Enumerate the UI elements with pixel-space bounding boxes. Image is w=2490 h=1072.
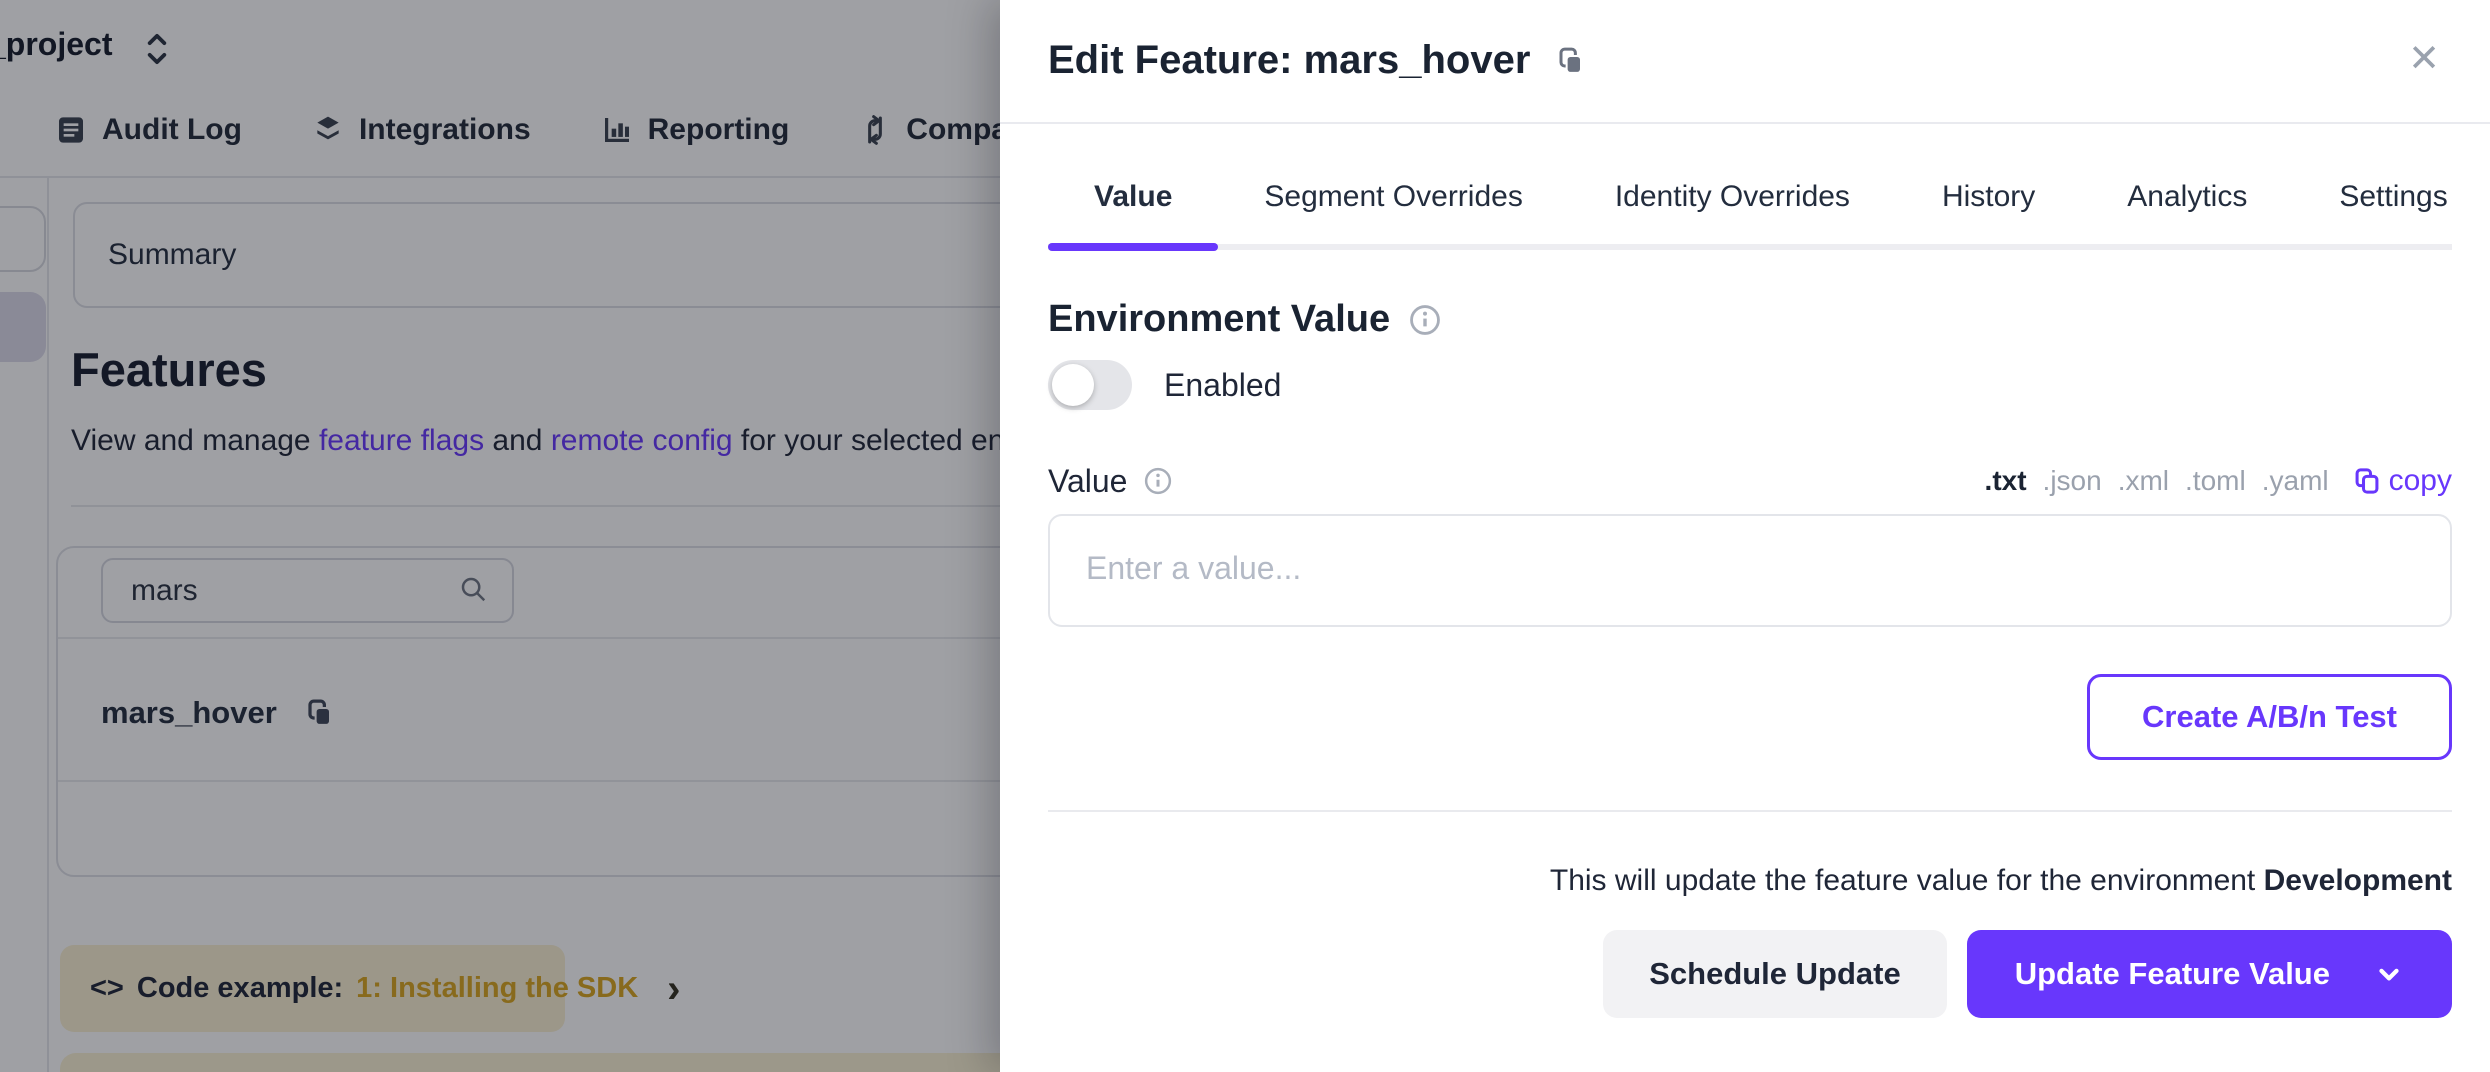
copy-label: copy: [2389, 464, 2452, 498]
tab-analytics[interactable]: Analytics: [2081, 180, 2293, 244]
footer-divider: [1048, 810, 2452, 812]
update-button-label: Update Feature Value: [2015, 956, 2330, 992]
format-toml[interactable]: .toml: [2185, 465, 2246, 497]
copy-icon: [2353, 467, 2381, 495]
environment-value-heading: Environment Value: [1048, 298, 1390, 341]
chevron-down-icon: [2374, 959, 2404, 989]
footer-note-text: This will update the feature value for t…: [1550, 864, 2264, 897]
close-icon[interactable]: ✕: [2398, 32, 2450, 84]
info-icon[interactable]: [1408, 303, 1442, 337]
footer-note: This will update the feature value for t…: [1550, 864, 2452, 898]
panel-title: Edit Feature: mars_hover: [1048, 38, 1530, 83]
schedule-update-button[interactable]: Schedule Update: [1603, 930, 1947, 1018]
enabled-toggle-row: Enabled: [1048, 360, 1281, 410]
environment-name: Development: [2264, 864, 2452, 897]
copy-icon[interactable]: [1556, 46, 1586, 76]
value-format-switcher: .txt .json .xml .toml .yaml copy: [1985, 464, 2452, 498]
edit-feature-panel: Edit Feature: mars_hover ✕ Value Segment…: [1000, 0, 2490, 1072]
enabled-toggle[interactable]: [1048, 360, 1132, 410]
format-xml[interactable]: .xml: [2118, 465, 2169, 497]
panel-header: Edit Feature: mars_hover: [1048, 38, 1586, 83]
header-divider: [1000, 122, 2490, 124]
update-feature-value-button[interactable]: Update Feature Value: [1967, 930, 2452, 1018]
footer-actions: Schedule Update Update Feature Value: [1603, 930, 2452, 1018]
format-json[interactable]: .json: [2043, 465, 2102, 497]
copy-value-button[interactable]: copy: [2353, 464, 2452, 498]
create-ab-test-button[interactable]: Create A/B/n Test: [2087, 674, 2452, 760]
tab-history[interactable]: History: [1896, 180, 2081, 244]
value-label: Value: [1048, 463, 1127, 500]
format-yaml[interactable]: .yaml: [2262, 465, 2329, 497]
tab-identity-overrides[interactable]: Identity Overrides: [1569, 180, 1896, 244]
panel-tabs: Value Segment Overrides Identity Overrid…: [1048, 158, 2452, 250]
value-label-row: Value .txt .json .xml .toml .yaml copy: [1048, 458, 2452, 504]
format-txt[interactable]: .txt: [1985, 465, 2027, 497]
toggle-label: Enabled: [1164, 367, 1281, 404]
environment-value-heading-row: Environment Value: [1048, 298, 1442, 341]
tab-settings[interactable]: Settings: [2293, 180, 2490, 244]
toggle-knob: [1052, 364, 1094, 406]
value-input[interactable]: [1048, 514, 2452, 627]
tab-segment-overrides[interactable]: Segment Overrides: [1218, 180, 1568, 244]
info-icon[interactable]: [1143, 466, 1173, 496]
tab-value[interactable]: Value: [1048, 180, 1218, 244]
